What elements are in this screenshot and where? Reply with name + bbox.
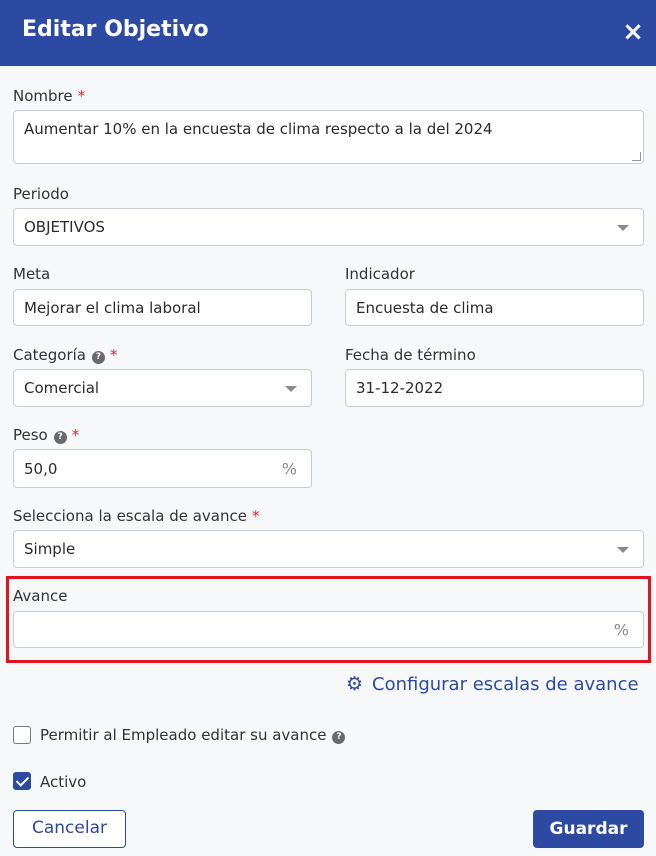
chevron-down-icon [617, 225, 629, 231]
percent-suffix: % [613, 620, 629, 639]
gear-icon: ⚙ [346, 673, 364, 695]
dialog-title: Editar Objetivo [22, 17, 209, 42]
close-icon[interactable]: × [619, 16, 647, 48]
indicador-input[interactable]: Encuesta de clima [345, 289, 644, 326]
periodo-label: Periodo [13, 185, 69, 203]
percent-suffix: % [281, 459, 297, 478]
activo-checkbox[interactable] [13, 772, 31, 790]
help-icon[interactable]: ? [332, 731, 346, 744]
escala-select[interactable]: Simple [13, 530, 644, 568]
chevron-down-icon [285, 386, 297, 392]
dialog-header: Editar Objetivo × [0, 0, 656, 66]
required-mark: * [71, 426, 80, 444]
meta-label: Meta [13, 265, 51, 283]
categoria-select[interactable]: Comercial [13, 369, 312, 407]
chevron-down-icon [617, 547, 629, 553]
required-mark: * [251, 507, 260, 525]
peso-label-text: Peso [13, 426, 48, 444]
help-icon[interactable]: ? [53, 431, 67, 444]
nombre-label: Nombre * [13, 87, 85, 105]
categoria-value: Comercial [24, 379, 100, 397]
indicador-label: Indicador [345, 265, 415, 283]
peso-input[interactable]: 50,0 % [13, 449, 312, 488]
nombre-label-text: Nombre [13, 87, 73, 105]
cancel-button[interactable]: Cancelar [13, 810, 126, 848]
permitir-label-text: Permitir al Empleado editar su avance [40, 726, 327, 744]
activo-label: Activo [40, 773, 87, 791]
nombre-value: Aumentar 10% en la encuesta de clima res… [24, 120, 493, 138]
peso-label: Peso? * [13, 426, 79, 444]
categoria-label: Categoría? * [13, 346, 118, 364]
nombre-textarea[interactable]: Aumentar 10% en la encuesta de clima res… [13, 110, 644, 164]
periodo-value: OBJETIVOS [24, 218, 105, 236]
required-mark: * [110, 346, 118, 364]
meta-value: Mejorar el clima laboral [24, 298, 201, 317]
fecha-termino-value: 31-12-2022 [356, 379, 444, 397]
categoria-label-text: Categoría [13, 346, 87, 364]
save-button[interactable]: Guardar [533, 810, 644, 848]
permitir-checkbox[interactable] [13, 726, 31, 744]
configurar-escalas-label: Configurar escalas de avance [372, 674, 639, 695]
permitir-label: Permitir al Empleado editar su avance? [40, 726, 346, 744]
fecha-termino-label: Fecha de término [345, 346, 476, 364]
fecha-termino-input[interactable]: 31-12-2022 [345, 369, 644, 407]
escala-label-text: Selecciona la escala de avance [13, 507, 247, 525]
resize-handle-icon[interactable] [632, 152, 641, 161]
avance-input[interactable]: % [13, 611, 644, 648]
escala-value: Simple [24, 540, 76, 558]
periodo-select[interactable]: OBJETIVOS [13, 208, 644, 246]
help-icon[interactable]: ? [92, 351, 106, 364]
peso-value: 50,0 [24, 459, 58, 478]
meta-input[interactable]: Mejorar el clima laboral [13, 289, 312, 326]
escala-label: Selecciona la escala de avance * [13, 507, 259, 525]
required-mark: * [77, 87, 86, 105]
indicador-value: Encuesta de clima [356, 298, 494, 317]
configurar-escalas-link[interactable]: ⚙ Configurar escalas de avance [346, 673, 639, 695]
avance-label: Avance [13, 587, 68, 605]
